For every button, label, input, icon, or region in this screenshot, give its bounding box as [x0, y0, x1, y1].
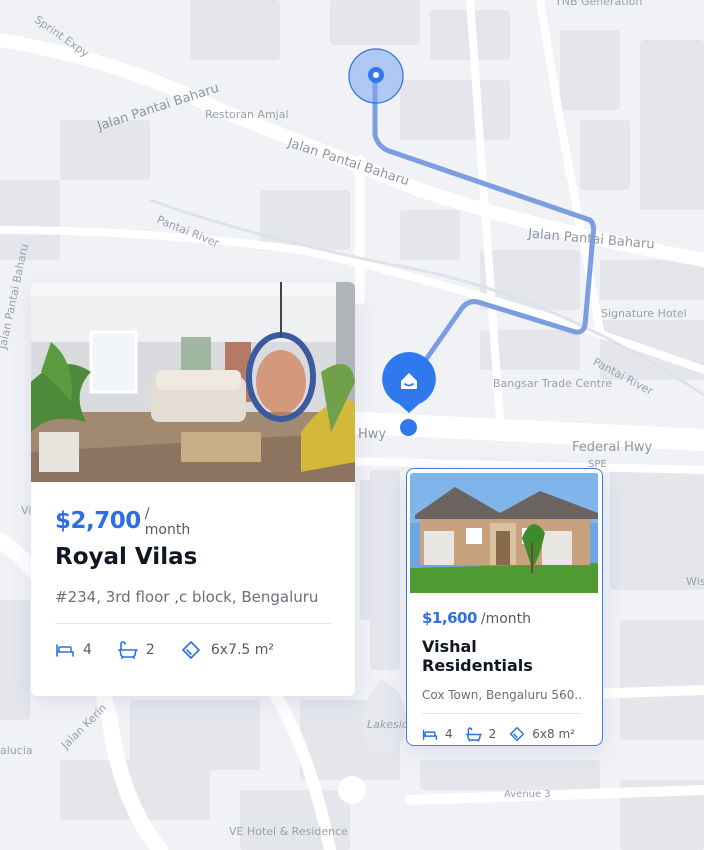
listing-photo — [410, 473, 599, 593]
map-label-vi: Vi — [21, 504, 32, 517]
bath-icon — [465, 726, 482, 742]
price-slash: / — [144, 506, 150, 522]
beds-count: 4 — [83, 642, 92, 658]
divider — [422, 713, 580, 714]
baths-count: 2 — [488, 727, 497, 741]
price-row: $2,700 / month — [55, 506, 331, 538]
map-label-restoran-amjal: Restoran Amjal — [205, 108, 289, 121]
bath-icon — [118, 641, 138, 659]
map-label-wis: Wis — [686, 575, 704, 588]
map-label-tnb: TNB Generation — [555, 0, 643, 8]
listing-card-vishal-residentials[interactable]: $1,600 /month Vishal Residentials Cox To… — [406, 468, 603, 746]
listing-title: Vishal Residentials — [422, 637, 533, 675]
bed-icon — [56, 644, 74, 657]
map-label-bangsar-trade-centre: Bangsar Trade Centre — [493, 377, 613, 390]
map-label-signature-hotel: Signature Hotel — [601, 307, 687, 320]
listing-price: $2,700 — [55, 508, 141, 534]
map-label-alucia: alucia — [0, 744, 33, 757]
map-label-hwy: Hwy — [358, 427, 387, 442]
map-label-lakeside: Lakesid — [367, 718, 409, 731]
price-period: /month — [480, 611, 532, 627]
beds-count: 4 — [445, 727, 453, 741]
baths-count: 2 — [145, 642, 155, 658]
map-label-ve-hotel: VE Hotel & Residence — [229, 825, 348, 838]
area-value: 6x8 m² — [532, 727, 575, 741]
divider — [55, 623, 331, 624]
map-label-federal-hwy: Federal Hwy — [572, 440, 653, 455]
area-stat: 6x8 m² — [509, 726, 575, 742]
home-location-pin[interactable] — [381, 351, 437, 413]
beds-stat: 4 — [55, 642, 92, 658]
listing-card-royal-vilas[interactable]: $2,700 / month Royal Vilas #234, 3rd flo… — [31, 282, 355, 696]
area-stat: 6x7.5 m² — [181, 640, 274, 660]
area-icon — [510, 726, 525, 742]
listing-stats: 4 2 6x8 m² — [422, 726, 587, 742]
listing-photo — [31, 282, 355, 482]
area-icon — [182, 641, 200, 659]
baths-stat: 2 — [118, 641, 155, 659]
beds-stat: 4 — [422, 727, 453, 741]
area-value: 6x7.5 m² — [210, 642, 275, 658]
location-dot — [400, 419, 417, 436]
listing-price: $1,600 — [422, 609, 477, 627]
price-row: $1,600 /month — [422, 609, 587, 627]
price-period-label: month — [144, 522, 191, 538]
listing-title: Royal Vilas — [55, 544, 198, 570]
baths-stat: 2 — [465, 726, 497, 742]
listing-stats: 4 2 6x7.5 m² — [55, 640, 331, 660]
price-period: / month — [145, 506, 190, 538]
map-label-avenue-3: Avenue 3 — [504, 789, 551, 800]
bed-icon — [422, 729, 438, 740]
listing-address: #234, 3rd floor ,c block, Bengaluru — [55, 588, 319, 606]
current-location-marker[interactable] — [348, 48, 404, 104]
listing-address: Cox Town, Bengaluru 560.. — [422, 688, 582, 702]
